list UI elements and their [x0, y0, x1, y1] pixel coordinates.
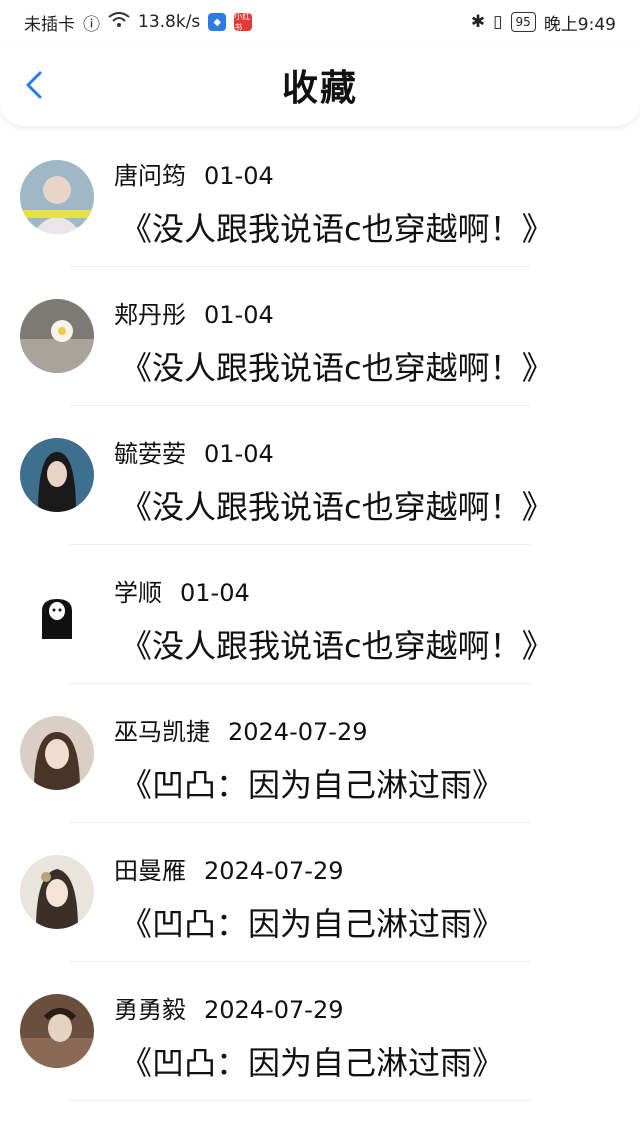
avatar — [20, 299, 94, 373]
list-item[interactable]: 毓荌荌 01-04 《没人跟我说语c也穿越啊！》 — [0, 406, 640, 545]
avatar — [20, 438, 94, 512]
date: 01-04 — [204, 440, 274, 468]
avatar — [20, 577, 94, 651]
shield-app-icon: ◆ — [208, 13, 227, 31]
carrier-text: 未插卡 — [24, 14, 75, 35]
list-item[interactable]: 学顺 01-04 《没人跟我说语c也穿越啊！》 — [0, 545, 640, 684]
clock: 晚上9:49 — [543, 14, 616, 35]
wifi-icon — [108, 11, 130, 33]
status-left: 未插卡 ⓘ 13.8k/s ◆ 小红书 — [24, 10, 253, 35]
author-name: 郏丹彤 — [114, 301, 186, 329]
status-bar: 未插卡 ⓘ 13.8k/s ◆ 小红书 ✱ ▯ 95 晚上9:49 — [0, 0, 640, 44]
author-name: 田曼雁 — [114, 857, 186, 885]
author-name: 巫马凯捷 — [114, 718, 210, 746]
avatar — [20, 855, 94, 929]
author-name: 唐问筠 — [114, 162, 186, 190]
date: 2024-07-29 — [204, 857, 344, 885]
net-speed: 13.8k/s — [138, 12, 201, 32]
title-text: 《没人跟我说语c也穿越啊！》 — [120, 627, 554, 665]
status-right: ✱ ▯ 95 晚上9:49 — [471, 10, 616, 35]
title-text: 《没人跟我说语c也穿越啊！》 — [120, 349, 554, 387]
title-text: 《凹凸：因为自己淋过雨》 — [120, 905, 505, 943]
list-item[interactable]: 巫马凯捷 2024-07-29 《凹凸：因为自己淋过雨》 — [0, 684, 640, 823]
title-text: 《凹凸：因为自己淋过雨》 — [120, 766, 505, 804]
list-item[interactable]: 郏丹彤 01-04 《没人跟我说语c也穿越啊！》 — [0, 267, 640, 406]
nav-header: 收藏 — [0, 44, 640, 126]
title-text: 《凹凸：因为自己淋过雨》 — [120, 1044, 505, 1082]
chevron-left-icon — [26, 71, 42, 99]
page-title: 收藏 — [281, 68, 358, 109]
date: 01-04 — [204, 162, 274, 190]
list-item[interactable]: 唐问筠 01-04 《没人跟我说语c也穿越啊！》 — [0, 128, 640, 267]
divider — [70, 1100, 530, 1101]
avatar — [20, 160, 94, 234]
author-name: 勇勇毅 — [114, 996, 186, 1024]
date: 2024-07-29 — [204, 996, 344, 1024]
avatar — [20, 994, 94, 1068]
date: 2024-07-29 — [228, 718, 368, 746]
list-item[interactable]: 田曼雁 2024-07-29 《凹凸：因为自己淋过雨》 — [0, 823, 640, 962]
author-name: 学顺 — [114, 579, 162, 607]
avatar — [20, 716, 94, 790]
title-text: 《没人跟我说语c也穿越啊！》 — [120, 488, 554, 526]
bluetooth-icon: ✱ — [470, 12, 486, 32]
alert-icon: ⓘ — [83, 14, 100, 35]
vibrate-icon: ▯ — [493, 12, 503, 32]
favorites-list: 唐问筠 01-04 《没人跟我说语c也穿越啊！》 郏丹彤 01-04 《没人跟我说语… — [0, 128, 640, 1101]
date: 01-04 — [180, 579, 250, 607]
back-button[interactable] — [20, 70, 50, 100]
list-item[interactable]: 勇勇毅 2024-07-29 《凹凸：因为自己淋过雨》 — [0, 962, 640, 1101]
title-text: 《没人跟我说语c也穿越啊！》 — [120, 210, 554, 248]
xiaohongshu-app-icon: 小红书 — [234, 12, 253, 32]
date: 01-04 — [204, 301, 274, 329]
author-name: 毓荌荌 — [114, 440, 186, 468]
battery-indicator: 95 — [510, 12, 536, 32]
